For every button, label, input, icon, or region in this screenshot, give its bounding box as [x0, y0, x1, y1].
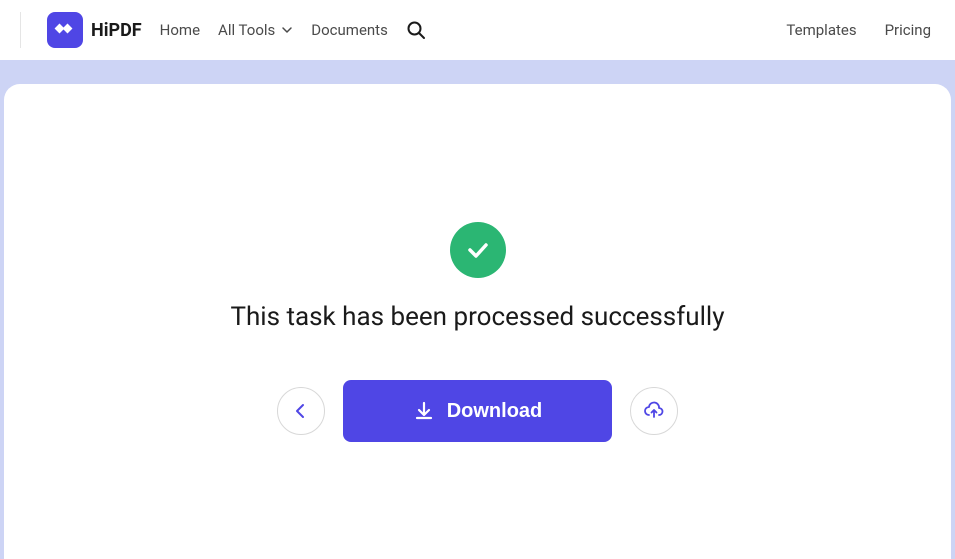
logo-icon: [47, 12, 83, 48]
nav-documents[interactable]: Documents: [311, 21, 388, 39]
checkmark-icon: [464, 236, 492, 264]
action-row: Download: [277, 380, 679, 442]
header-divider: [20, 12, 21, 48]
nav-templates[interactable]: Templates: [786, 21, 856, 39]
nav-pricing[interactable]: Pricing: [885, 21, 931, 39]
nav-all-tools[interactable]: All Tools: [218, 21, 293, 39]
back-button[interactable]: [277, 387, 325, 435]
download-button-label: Download: [447, 400, 543, 423]
download-icon: [413, 400, 435, 422]
header-right: Templates Pricing: [786, 21, 931, 39]
search-icon: [406, 20, 426, 40]
chevron-left-icon: [292, 402, 310, 420]
header: HiPDF Home All Tools Documents Templates…: [0, 0, 955, 60]
nav-pricing-label: Pricing: [885, 21, 931, 39]
brand-name: HiPDF: [91, 20, 142, 41]
success-message: This task has been processed successfull…: [230, 302, 724, 332]
nav-templates-label: Templates: [786, 21, 856, 39]
result-card: This task has been processed successfull…: [4, 84, 951, 559]
cloud-upload-button[interactable]: [630, 387, 678, 435]
search-button[interactable]: [406, 20, 426, 40]
banner-spacer: [0, 60, 955, 84]
nav-all-tools-label: All Tools: [218, 21, 275, 39]
nav-home-label: Home: [160, 21, 200, 39]
download-button[interactable]: Download: [343, 380, 613, 442]
nav-documents-label: Documents: [311, 21, 388, 39]
cloud-upload-icon: [643, 400, 665, 422]
nav-home[interactable]: Home: [160, 21, 200, 39]
chevron-down-icon: [281, 24, 293, 36]
success-indicator: [450, 222, 506, 278]
header-left: HiPDF Home All Tools Documents: [20, 12, 426, 48]
brand-logo[interactable]: HiPDF: [47, 12, 142, 48]
content-background: This task has been processed successfull…: [0, 84, 955, 559]
